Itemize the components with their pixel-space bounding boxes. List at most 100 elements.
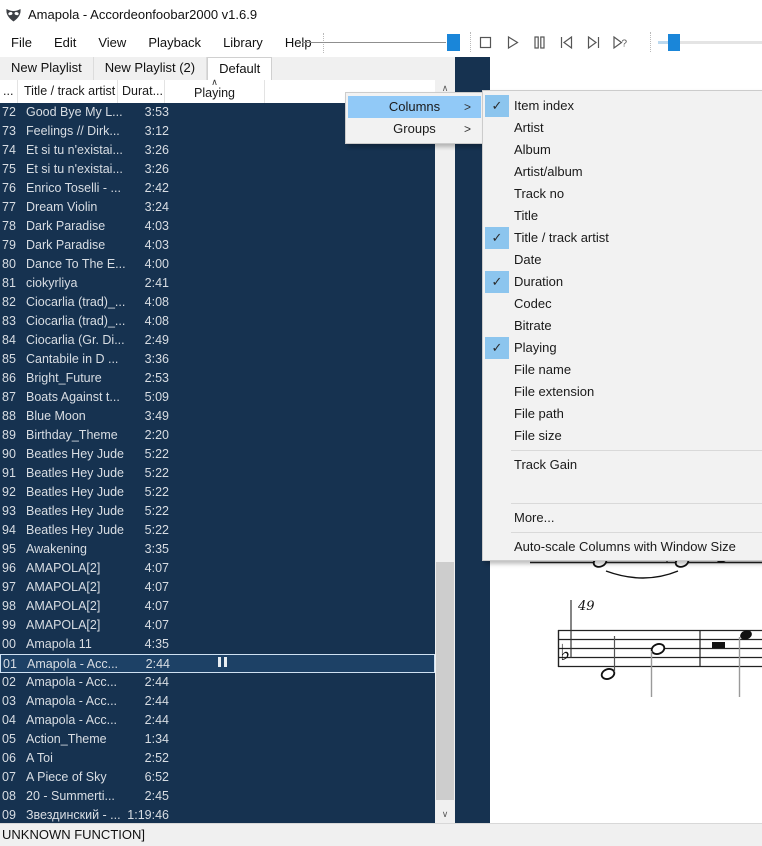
pause-button[interactable] bbox=[526, 31, 553, 55]
playlist-row[interactable]: 75Et si tu n'existai...3:26 bbox=[0, 160, 435, 179]
playlist-row[interactable]: 80Dance To The E...4:00 bbox=[0, 255, 435, 274]
volume-slider[interactable] bbox=[656, 28, 762, 57]
row-playing-status bbox=[169, 274, 273, 293]
submenu-item-codec[interactable]: Codec bbox=[483, 293, 762, 315]
menu-view[interactable]: View bbox=[87, 28, 137, 57]
menu-library[interactable]: Library bbox=[212, 28, 274, 57]
playlist-row[interactable]: 02Amapola - Acc...2:44 bbox=[0, 673, 435, 692]
playlist-row[interactable]: 83Ciocarlia (trad)_...4:08 bbox=[0, 312, 435, 331]
playlist[interactable]: 72Good Bye My L...3:5373Feelings // Dirk… bbox=[0, 103, 435, 823]
playlist-row[interactable]: 99AMAPOLA[2]4:07 bbox=[0, 616, 435, 635]
submenu-item-duration[interactable]: ✓Duration bbox=[483, 271, 762, 293]
playlist-row[interactable]: 97AMAPOLA[2]4:07 bbox=[0, 578, 435, 597]
menu-playback[interactable]: Playback bbox=[137, 28, 212, 57]
playlist-scrollbar[interactable]: ∧ ∨ bbox=[435, 80, 455, 823]
playlist-row[interactable]: 00Amapola 114:35 bbox=[0, 635, 435, 654]
row-duration: 2:53 bbox=[126, 369, 169, 388]
row-title: Bright_Future bbox=[20, 369, 126, 388]
playlist-row[interactable]: 89Birthday_Theme2:20 bbox=[0, 426, 435, 445]
volume-handle[interactable] bbox=[668, 34, 680, 51]
playlist-row[interactable]: 98AMAPOLA[2]4:07 bbox=[0, 597, 435, 616]
submenu-item-file-name[interactable]: File name bbox=[483, 359, 762, 381]
row-duration: 2:45 bbox=[126, 787, 169, 806]
seek-slider[interactable] bbox=[300, 28, 460, 57]
submenu-item-track-no[interactable]: Track no bbox=[483, 183, 762, 205]
playlist-row[interactable]: 79Dark Paradise4:03 bbox=[0, 236, 435, 255]
playlist-row[interactable]: 81ciokyrliya2:41 bbox=[0, 274, 435, 293]
submenu-item-title-track-artist[interactable]: ✓Title / track artist bbox=[483, 227, 762, 249]
menu-edit[interactable]: Edit bbox=[43, 28, 87, 57]
stop-button[interactable] bbox=[472, 31, 499, 55]
submenu-item-file-size[interactable]: File size bbox=[483, 425, 762, 447]
playlist-row[interactable]: 88Blue Moon3:49 bbox=[0, 407, 435, 426]
row-title: Amapola 11 bbox=[20, 635, 126, 654]
context-menu-item-columns[interactable]: Columns> bbox=[348, 96, 481, 118]
playlist-row[interactable]: 95Awakening3:35 bbox=[0, 540, 435, 559]
column-header-title[interactable]: Title / track artist bbox=[18, 80, 118, 103]
playlist-row[interactable]: 0820 - Summerti...2:45 bbox=[0, 787, 435, 806]
playlist-row[interactable]: 76Enrico Toselli - ...2:42 bbox=[0, 179, 435, 198]
tab-new-playlist[interactable]: New Playlist bbox=[0, 57, 94, 80]
submenu-item-playing[interactable]: ✓Playing bbox=[483, 337, 762, 359]
column-header-duration[interactable]: Durat... bbox=[118, 80, 165, 103]
playlist-row[interactable]: 86Bright_Future2:53 bbox=[0, 369, 435, 388]
playlist-row[interactable]: 91Beatles Hey Jude5:22 bbox=[0, 464, 435, 483]
context-menu-item-groups[interactable]: Groups> bbox=[348, 118, 481, 140]
row-title: Amapola - Acc... bbox=[20, 673, 126, 692]
column-header-index[interactable]: ... bbox=[0, 80, 18, 103]
scroll-down-icon[interactable]: ∨ bbox=[435, 806, 455, 823]
submenu-item-item-index[interactable]: ✓Item index bbox=[483, 95, 762, 117]
submenu-item-auto-scale-columns-with-window-size[interactable]: Auto-scale Columns with Window Size bbox=[483, 536, 762, 558]
submenu-item-artist[interactable]: Artist bbox=[483, 117, 762, 139]
submenu-item-track-gain[interactable]: Track Gain bbox=[483, 454, 762, 476]
playlist-row[interactable]: 92Beatles Hey Jude5:22 bbox=[0, 483, 435, 502]
submenu-item-album[interactable]: Album bbox=[483, 139, 762, 161]
submenu-item-bitrate[interactable]: Bitrate bbox=[483, 315, 762, 337]
playlist-row[interactable]: 90Beatles Hey Jude5:22 bbox=[0, 445, 435, 464]
playlist-row[interactable]: 07A Piece of Sky6:52 bbox=[0, 768, 435, 787]
playlist-row[interactable]: 87Boats Against t...5:09 bbox=[0, 388, 435, 407]
playlist-row[interactable]: 96AMAPOLA[2]4:07 bbox=[0, 559, 435, 578]
menu-file[interactable]: File bbox=[0, 28, 43, 57]
row-title: AMAPOLA[2] bbox=[20, 597, 126, 616]
submenu-item-title[interactable]: Title bbox=[483, 205, 762, 227]
row-title: Boats Against t... bbox=[20, 388, 126, 407]
playlist-row[interactable]: 05Action_Theme1:34 bbox=[0, 730, 435, 749]
play-button[interactable] bbox=[499, 31, 526, 55]
column-header-playing[interactable]: ∧ Playing bbox=[165, 80, 265, 103]
row-duration: 4:07 bbox=[126, 559, 169, 578]
random-button[interactable]: ? bbox=[607, 31, 634, 55]
playlist-row[interactable]: 78Dark Paradise4:03 bbox=[0, 217, 435, 236]
submenu-item-more-[interactable]: More... bbox=[483, 507, 762, 529]
playlist-row-selected[interactable]: 01Amapola - Acc...2:44 bbox=[0, 654, 435, 673]
row-index: 81 bbox=[0, 274, 20, 293]
playlist-row[interactable]: 82Ciocarlia (trad)_...4:08 bbox=[0, 293, 435, 312]
playlist-row[interactable]: 85Cantabile in D ...3:36 bbox=[0, 350, 435, 369]
row-index: 77 bbox=[0, 198, 20, 217]
submenu-item-date[interactable]: Date bbox=[483, 249, 762, 271]
playlist-row[interactable]: 03Amapola - Acc...2:44 bbox=[0, 692, 435, 711]
previous-button[interactable] bbox=[553, 31, 580, 55]
seek-track[interactable] bbox=[302, 42, 446, 43]
playlist-row[interactable]: 06A Toi2:52 bbox=[0, 749, 435, 768]
row-index: 85 bbox=[0, 350, 20, 369]
row-title: Ciocarlia (Gr. Di... bbox=[20, 331, 126, 350]
playlist-row[interactable]: 04Amapola - Acc...2:44 bbox=[0, 711, 435, 730]
scrollbar-thumb[interactable] bbox=[436, 562, 454, 800]
seek-handle[interactable] bbox=[447, 34, 460, 51]
playlist-row[interactable]: 09Звездинский - ...1:19:46 bbox=[0, 806, 435, 823]
row-playing-status bbox=[169, 692, 273, 711]
submenu-item-file-extension[interactable]: File extension bbox=[483, 381, 762, 403]
submenu-item-artist-album[interactable]: Artist/album bbox=[483, 161, 762, 183]
playlist-row[interactable]: 84Ciocarlia (Gr. Di...2:49 bbox=[0, 331, 435, 350]
row-title: Ciocarlia (trad)_... bbox=[20, 312, 126, 331]
next-button[interactable] bbox=[580, 31, 607, 55]
playlist-row[interactable]: 93Beatles Hey Jude5:22 bbox=[0, 502, 435, 521]
row-duration: 4:07 bbox=[126, 597, 169, 616]
playlist-row[interactable]: 77Dream Violin3:24 bbox=[0, 198, 435, 217]
submenu-item-file-path[interactable]: File path bbox=[483, 403, 762, 425]
row-index: 83 bbox=[0, 312, 20, 331]
playlist-row[interactable]: 94Beatles Hey Jude5:22 bbox=[0, 521, 435, 540]
row-duration: 5:22 bbox=[126, 464, 169, 483]
next-icon bbox=[585, 34, 602, 51]
